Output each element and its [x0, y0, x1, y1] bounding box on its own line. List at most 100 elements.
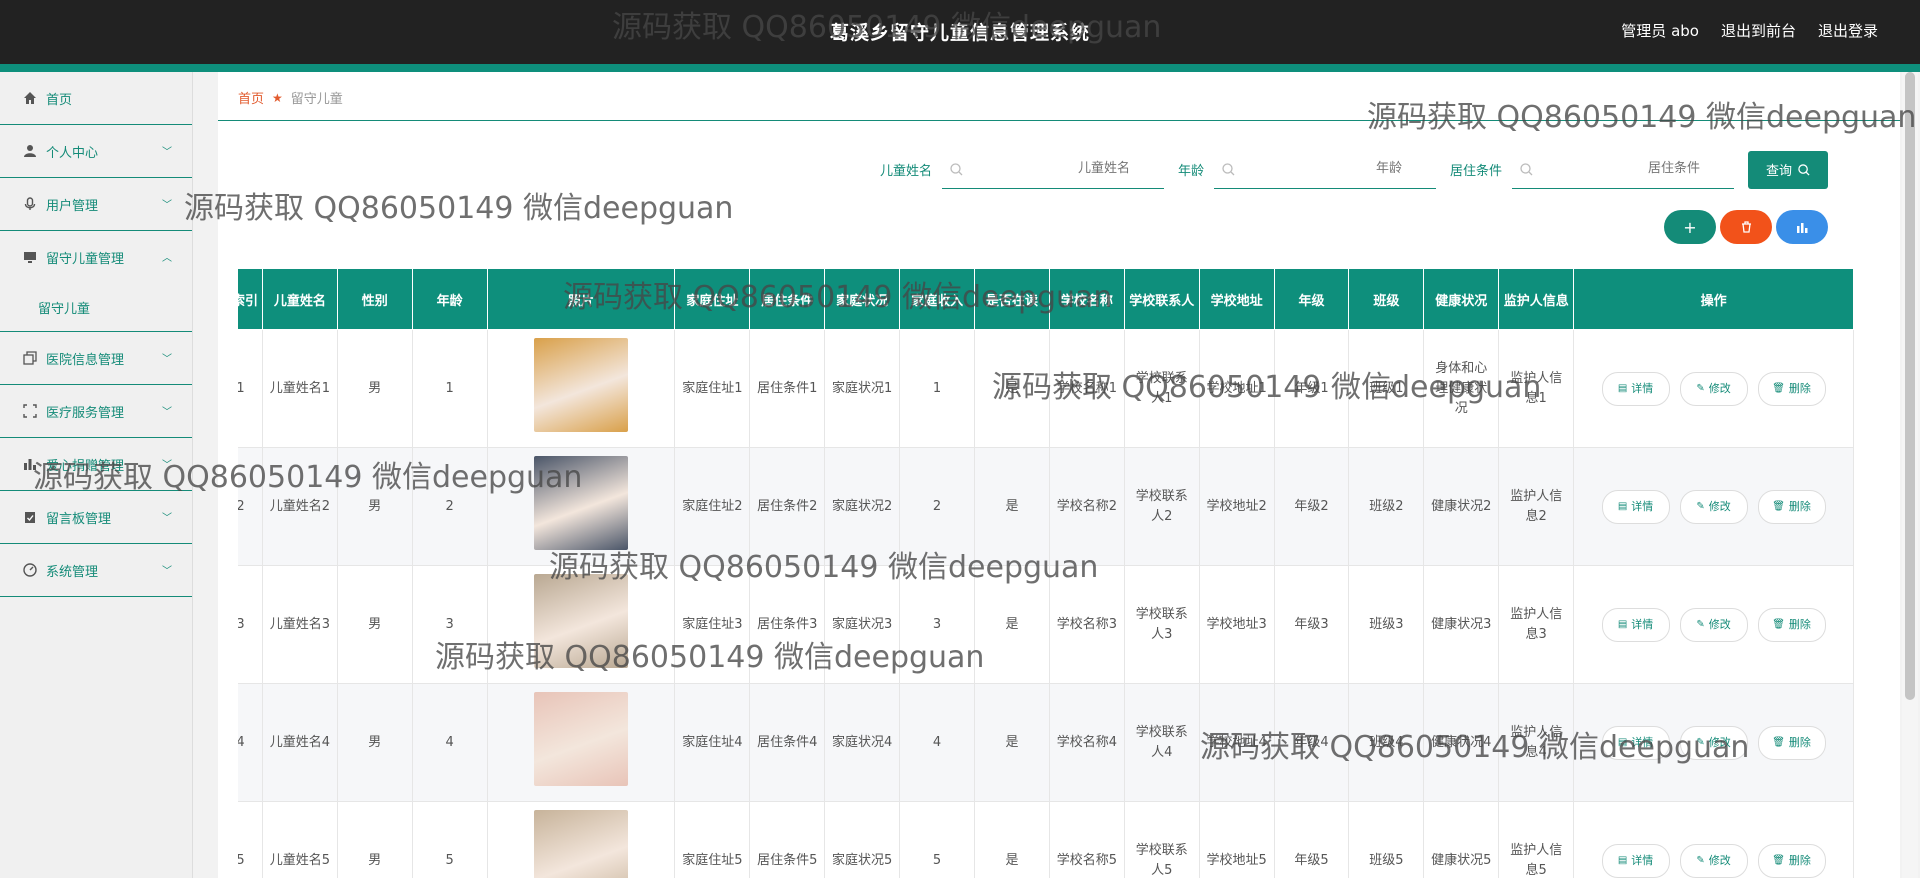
table-cell-ops: ▤ 详情 ✎ 修改 🗑 删除	[1573, 565, 1854, 684]
table-cell-cls: 班级4	[1348, 683, 1425, 802]
edit-button[interactable]: ✎ 修改	[1679, 607, 1748, 642]
child-photo[interactable]	[534, 692, 629, 786]
sidebar-item-hospital[interactable]: 医院信息管理 ﹀	[0, 332, 192, 385]
search-label-name: 儿童姓名	[879, 164, 932, 179]
edit-button[interactable]: ✎ 修改	[1679, 843, 1748, 878]
op-label: 详情	[1631, 617, 1654, 631]
table-cell-health: 健康状况4	[1423, 683, 1500, 802]
back-to-front-link[interactable]: 退出到前台	[1721, 20, 1796, 41]
op-label: 删除	[1788, 381, 1811, 395]
chevron-down-icon: ﹀	[162, 354, 172, 365]
edit-icon: ✎	[1696, 736, 1705, 748]
sidebar-item-label: 个人中心	[46, 145, 99, 161]
sidebar: 首页 个人中心 ﹀ 用户管理 ﹀ 留守儿童管理 ︿ 留守儿童 医院信息管理 ﹀ …	[0, 72, 193, 878]
table-cell-name: 儿童姓名3	[261, 565, 338, 684]
table-cell-idx: 5	[238, 801, 263, 878]
column-header: 索引	[238, 268, 263, 330]
table-cell-ops: ▤ 详情 ✎ 修改 🗑 删除	[1573, 683, 1854, 802]
table-cell-ops: ▤ 详情 ✎ 修改 🗑 删除	[1573, 329, 1854, 448]
trash-icon: 🗑	[1772, 736, 1785, 748]
delete-button[interactable]: 🗑 删除	[1757, 371, 1826, 406]
table-cell-grade: 年级2	[1273, 447, 1350, 566]
breadcrumb-separator-icon: ★	[272, 90, 283, 105]
column-header: 儿童姓名	[261, 268, 338, 330]
child-photo[interactable]	[534, 338, 629, 432]
detail-button[interactable]: ▤ 详情	[1601, 489, 1670, 524]
table-row: 1 儿童姓名1 男 1 家庭住址1 居住条件1 家庭状况1 1 是学校名称1 学校联系人1 学校地址…	[238, 329, 1854, 448]
file-icon: ▤	[1617, 854, 1628, 866]
table-cell-guardian: 监护人信息3	[1498, 565, 1575, 684]
photo-cell	[486, 565, 676, 684]
search-living-input[interactable]	[1512, 150, 1734, 186]
sidebar-subitem-children[interactable]: 留守儿童	[0, 283, 192, 332]
sidebar-item-label: 医疗服务管理	[46, 405, 125, 421]
op-label: 修改	[1708, 499, 1731, 513]
breadcrumb-home[interactable]: 首页	[238, 88, 264, 107]
sidebar-item-label: 爱心捐赠管理	[46, 458, 125, 474]
sidebar-item-messages[interactable]: 留言板管理 ﹀	[0, 491, 192, 544]
sidebar-item-personal[interactable]: 个人中心 ﹀	[0, 124, 192, 178]
scrollbar-thumb[interactable]	[1905, 72, 1915, 700]
column-header: 家庭状况	[824, 268, 901, 330]
table-cell-family: 家庭状况1	[824, 329, 901, 448]
op-label: 修改	[1708, 617, 1731, 631]
sidebar-item-donation[interactable]: 爱心捐赠管理 ﹀	[0, 438, 192, 491]
table-cell-living: 居住条件2	[749, 447, 826, 566]
table-header-row: 索引 儿童姓名 性别 年龄 照片 家庭住址 居住条件 家庭状况 家庭收入 是否在…	[238, 268, 1854, 330]
delete-button[interactable]: 🗑 删除	[1757, 489, 1826, 524]
edit-button[interactable]: ✎ 修改	[1679, 489, 1748, 524]
trash-icon: 🗑	[1772, 500, 1785, 512]
sidebar-item-users[interactable]: 用户管理 ﹀	[0, 178, 192, 231]
table-cell-health: 健康状况3	[1423, 565, 1500, 684]
admin-user-link[interactable]: 管理员 abo	[1621, 20, 1699, 41]
add-button[interactable]: +	[1664, 210, 1716, 244]
sidebar-item-home[interactable]: 首页	[0, 72, 192, 124]
logout-link[interactable]: 退出登录	[1818, 20, 1878, 41]
chevron-down-icon: ﹀	[162, 566, 172, 577]
query-button[interactable]: 查询	[1748, 150, 1828, 189]
sidebar-item-medical[interactable]: 医疗服务管理 ﹀	[0, 385, 192, 438]
child-photo[interactable]	[534, 574, 629, 668]
photo-cell	[486, 683, 676, 802]
table-cell-school: 学校名称4	[1048, 683, 1125, 802]
photo-cell	[486, 447, 676, 566]
delete-button[interactable]: 🗑 删除	[1757, 843, 1826, 878]
sidebar-item-system[interactable]: 系统管理 ﹀	[0, 544, 192, 597]
page-scrollbar[interactable]	[1902, 72, 1918, 878]
edit-button[interactable]: ✎ 修改	[1679, 725, 1748, 760]
table-cell-income: 4	[899, 683, 976, 802]
chevron-down-icon: ﹀	[162, 200, 172, 211]
detail-button[interactable]: ▤ 详情	[1601, 843, 1670, 878]
photo-cell	[486, 329, 676, 448]
table-cell-age: 2	[411, 447, 488, 566]
batch-delete-button[interactable]	[1720, 210, 1772, 244]
search-age-input[interactable]	[1213, 150, 1436, 186]
person-icon	[22, 143, 38, 159]
table-cell-guardian: 监护人信息4	[1498, 683, 1575, 802]
detail-button[interactable]: ▤ 详情	[1601, 607, 1670, 642]
column-header: 年级	[1273, 268, 1350, 330]
table-cell-age: 3	[411, 565, 488, 684]
column-header: 性别	[336, 268, 413, 330]
delete-button[interactable]: 🗑 删除	[1757, 607, 1826, 642]
trash-icon: 🗑	[1772, 382, 1785, 394]
table-row: 4 儿童姓名4 男 4 家庭住址4 居住条件4 家庭状况4 4 是学校名称4 学校联系人4 学校地址…	[238, 683, 1854, 802]
edit-button[interactable]: ✎ 修改	[1679, 371, 1748, 406]
delete-button[interactable]: 🗑 删除	[1757, 725, 1826, 760]
statistics-button[interactable]	[1776, 210, 1828, 244]
mic-icon	[22, 196, 38, 212]
search-name-input[interactable]	[941, 150, 1164, 186]
detail-button[interactable]: ▤ 详情	[1601, 371, 1670, 406]
child-photo[interactable]	[534, 810, 629, 878]
sidebar-item-children[interactable]: 留守儿童管理 ︿	[0, 231, 192, 283]
plus-icon: +	[1683, 217, 1697, 237]
detail-button[interactable]: ▤ 详情	[1601, 725, 1670, 760]
child-photo[interactable]	[534, 456, 629, 550]
sidebar-item-label: 首页	[46, 92, 73, 108]
op-label: 修改	[1708, 735, 1731, 749]
column-header: 操作	[1573, 268, 1854, 330]
op-label: 修改	[1708, 381, 1731, 395]
sidebar-item-label: 医院信息管理	[46, 352, 125, 368]
file-icon: ▤	[1617, 500, 1628, 512]
query-button-label: 查询	[1765, 163, 1792, 178]
